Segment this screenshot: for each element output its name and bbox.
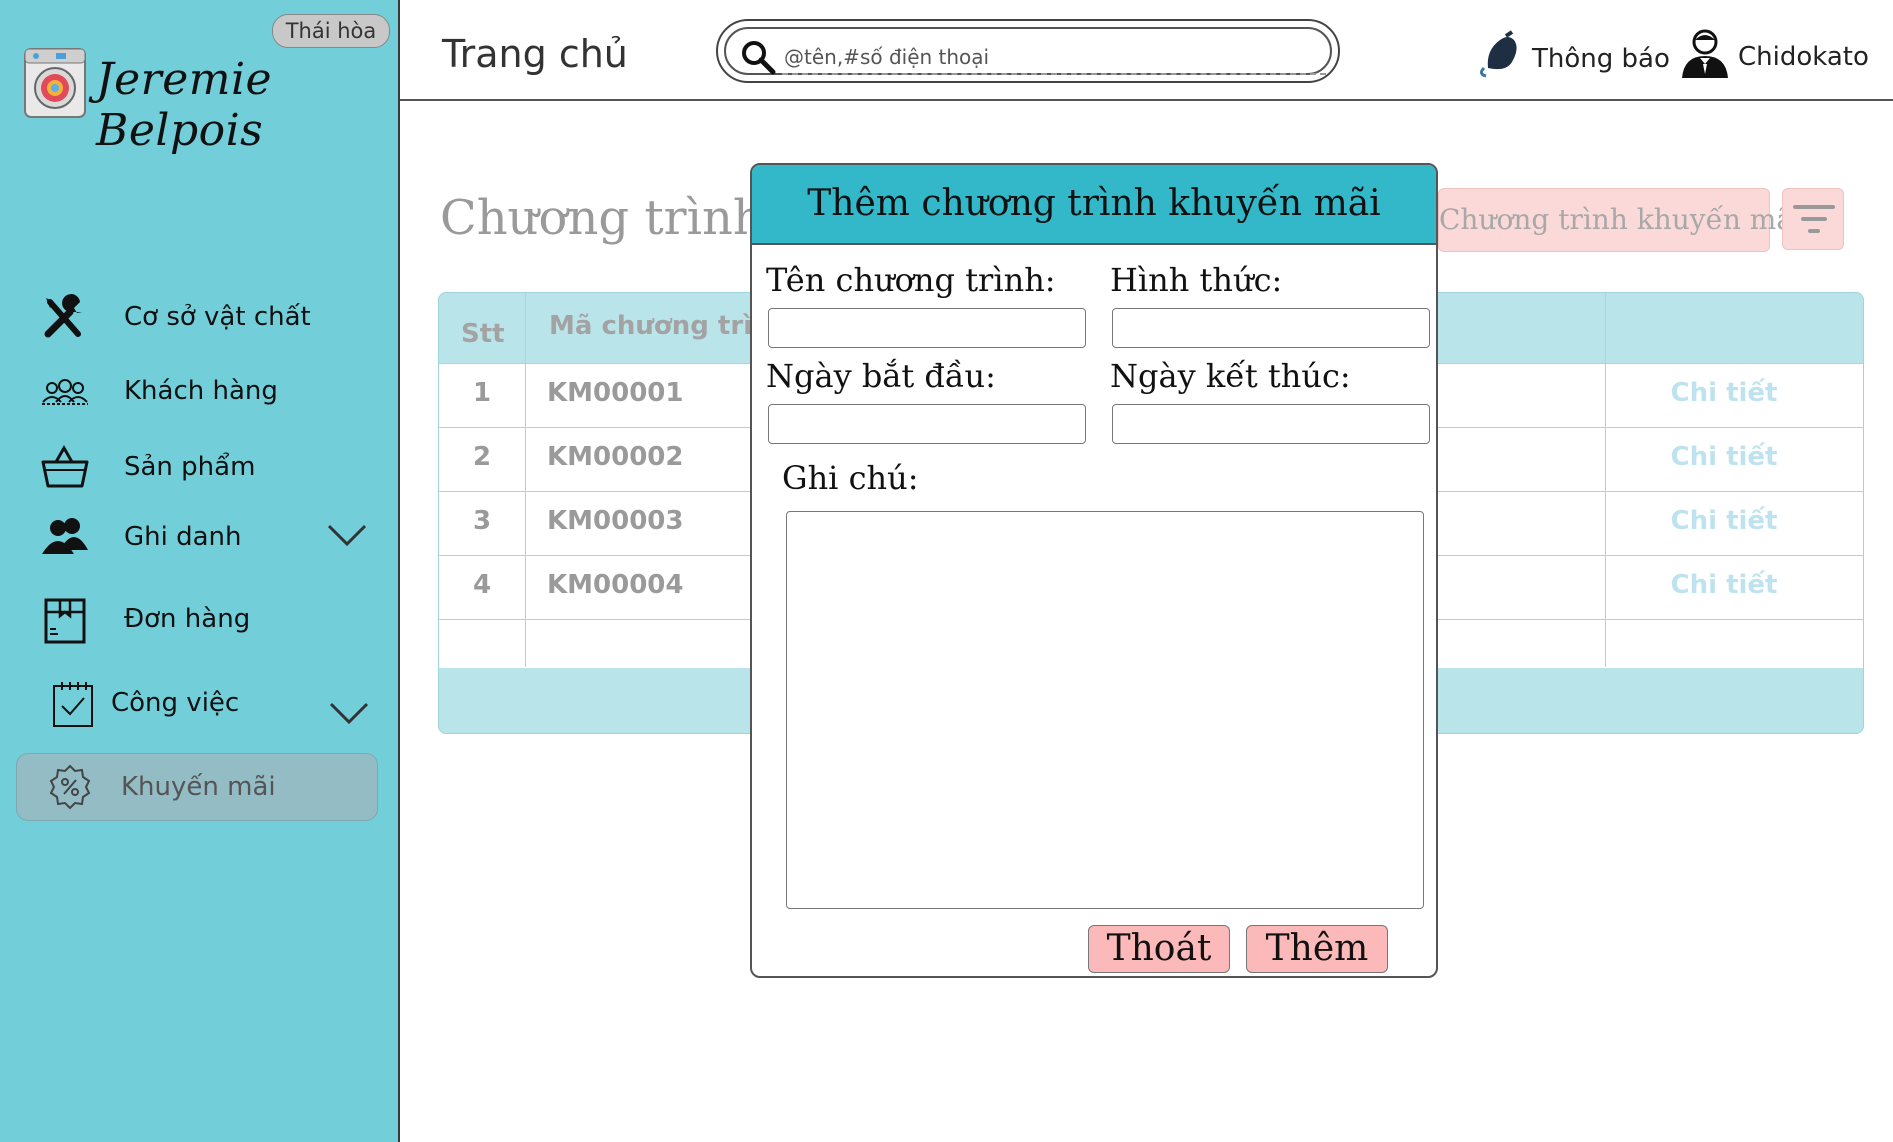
add-promotion-dialog: Thêm chương trình khuyến mãi Tên chương … xyxy=(750,163,1438,978)
start-date-input[interactable] xyxy=(768,404,1086,444)
end-date-label: Ngày kết thúc: xyxy=(1110,357,1351,395)
exit-button[interactable]: Thoát xyxy=(1088,925,1230,973)
program-name-input[interactable] xyxy=(768,308,1086,348)
end-date-input[interactable] xyxy=(1112,404,1430,444)
promotion-type-label: Hình thức: xyxy=(1110,261,1283,299)
start-date-label: Ngày bắt đầu: xyxy=(766,357,996,395)
note-textarea[interactable] xyxy=(786,511,1424,909)
note-label: Ghi chú: xyxy=(782,459,919,497)
program-name-label: Tên chương trình: xyxy=(766,261,1056,299)
promotion-type-input[interactable] xyxy=(1112,308,1430,348)
dialog-title: Thêm chương trình khuyến mãi xyxy=(752,165,1436,245)
add-button[interactable]: Thêm xyxy=(1246,925,1388,973)
